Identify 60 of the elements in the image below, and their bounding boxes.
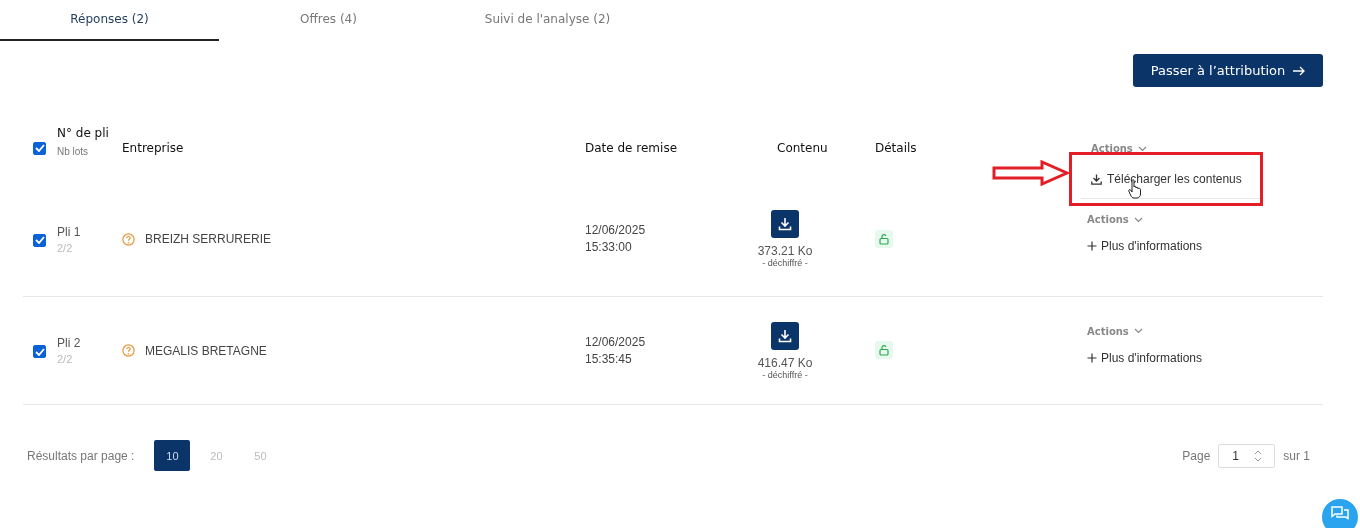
file-size: 416.47 Ko [757, 355, 813, 370]
checkbox[interactable] [33, 345, 46, 358]
unlocked-icon [875, 229, 893, 248]
check-icon [34, 236, 45, 244]
download-button[interactable] [771, 321, 799, 350]
check-icon [34, 144, 45, 152]
table-cell-text: 15:33:00 [585, 239, 633, 256]
download-icon [778, 328, 792, 343]
column-header: Date de remise [585, 141, 678, 155]
spinner-arrows-icon [1254, 448, 1263, 463]
checkbox[interactable] [33, 233, 46, 247]
question-circle-icon [122, 344, 135, 357]
table-cell: BREIZH SERRURERIE [145, 232, 272, 246]
tab[interactable]: Réponses (2) [0, 0, 219, 41]
column-header: N° de pli [57, 125, 110, 140]
lots-count: 2/2 [57, 353, 74, 365]
tab[interactable]: Offres (4) [219, 0, 438, 41]
table-cell-text: Pli 1 [57, 224, 82, 239]
tab[interactable]: Suivi de l'analyse (2) [438, 0, 657, 41]
chat-button[interactable] [1322, 499, 1358, 528]
decryption-status: - déchiffré - [762, 369, 808, 380]
table-cell-text: 15:35:45 [585, 350, 633, 368]
attribution-button[interactable]: Passer à l’attribution [1133, 54, 1323, 87]
column-header: Détails [875, 141, 917, 155]
page-number-field[interactable]: 1 [1218, 443, 1276, 468]
actions-dropdown[interactable]: Actions [1087, 325, 1143, 337]
question-circle-icon [122, 232, 135, 246]
table-cell-text: 12/06/2025 [585, 333, 647, 351]
table-cell-text: 12/06/2025 [585, 222, 647, 239]
page-label: Page [1182, 448, 1211, 463]
chevron-down-icon [1137, 145, 1147, 152]
checkbox[interactable] [33, 141, 46, 155]
download-icon [1091, 173, 1102, 185]
download-button[interactable] [771, 210, 799, 238]
column-subheader: Nb lots [57, 145, 90, 157]
results-per-page-label: Résultats par page : [27, 448, 135, 463]
chat-icon [1331, 506, 1349, 522]
unlocked-icon [875, 341, 893, 359]
decryption-status: - déchiffré - [762, 258, 808, 268]
actions-dropdown[interactable]: Actions [1087, 214, 1143, 225]
file-size: 373.21 Ko [757, 244, 813, 258]
chevron-down-icon [1133, 216, 1143, 223]
lots-count: 2/2 [57, 241, 74, 254]
more-info-button[interactable]: Plus d'informations [1087, 239, 1202, 253]
download-icon [778, 217, 792, 231]
table-cell-text: Pli 2 [57, 336, 82, 350]
column-header: Contenu [777, 141, 828, 155]
actions-dropdown[interactable]: Actions [1091, 143, 1147, 154]
column-header: Entreprise [122, 141, 184, 155]
more-info-button[interactable]: Plus d'informations [1087, 350, 1202, 365]
table-cell: MEGALIS BRETAGNE [145, 343, 267, 358]
arrow-right-icon [1293, 65, 1306, 76]
check-icon [34, 347, 45, 356]
plus-icon [1087, 241, 1097, 251]
menu-item[interactable]: Télécharger les contenus [1091, 172, 1261, 186]
plus-icon [1087, 352, 1097, 363]
page-total: sur 1 [1283, 448, 1310, 463]
annotation-arrow-icon [992, 160, 1070, 186]
chevron-down-icon [1133, 328, 1143, 334]
page-size-option[interactable]: 10 [154, 440, 191, 471]
